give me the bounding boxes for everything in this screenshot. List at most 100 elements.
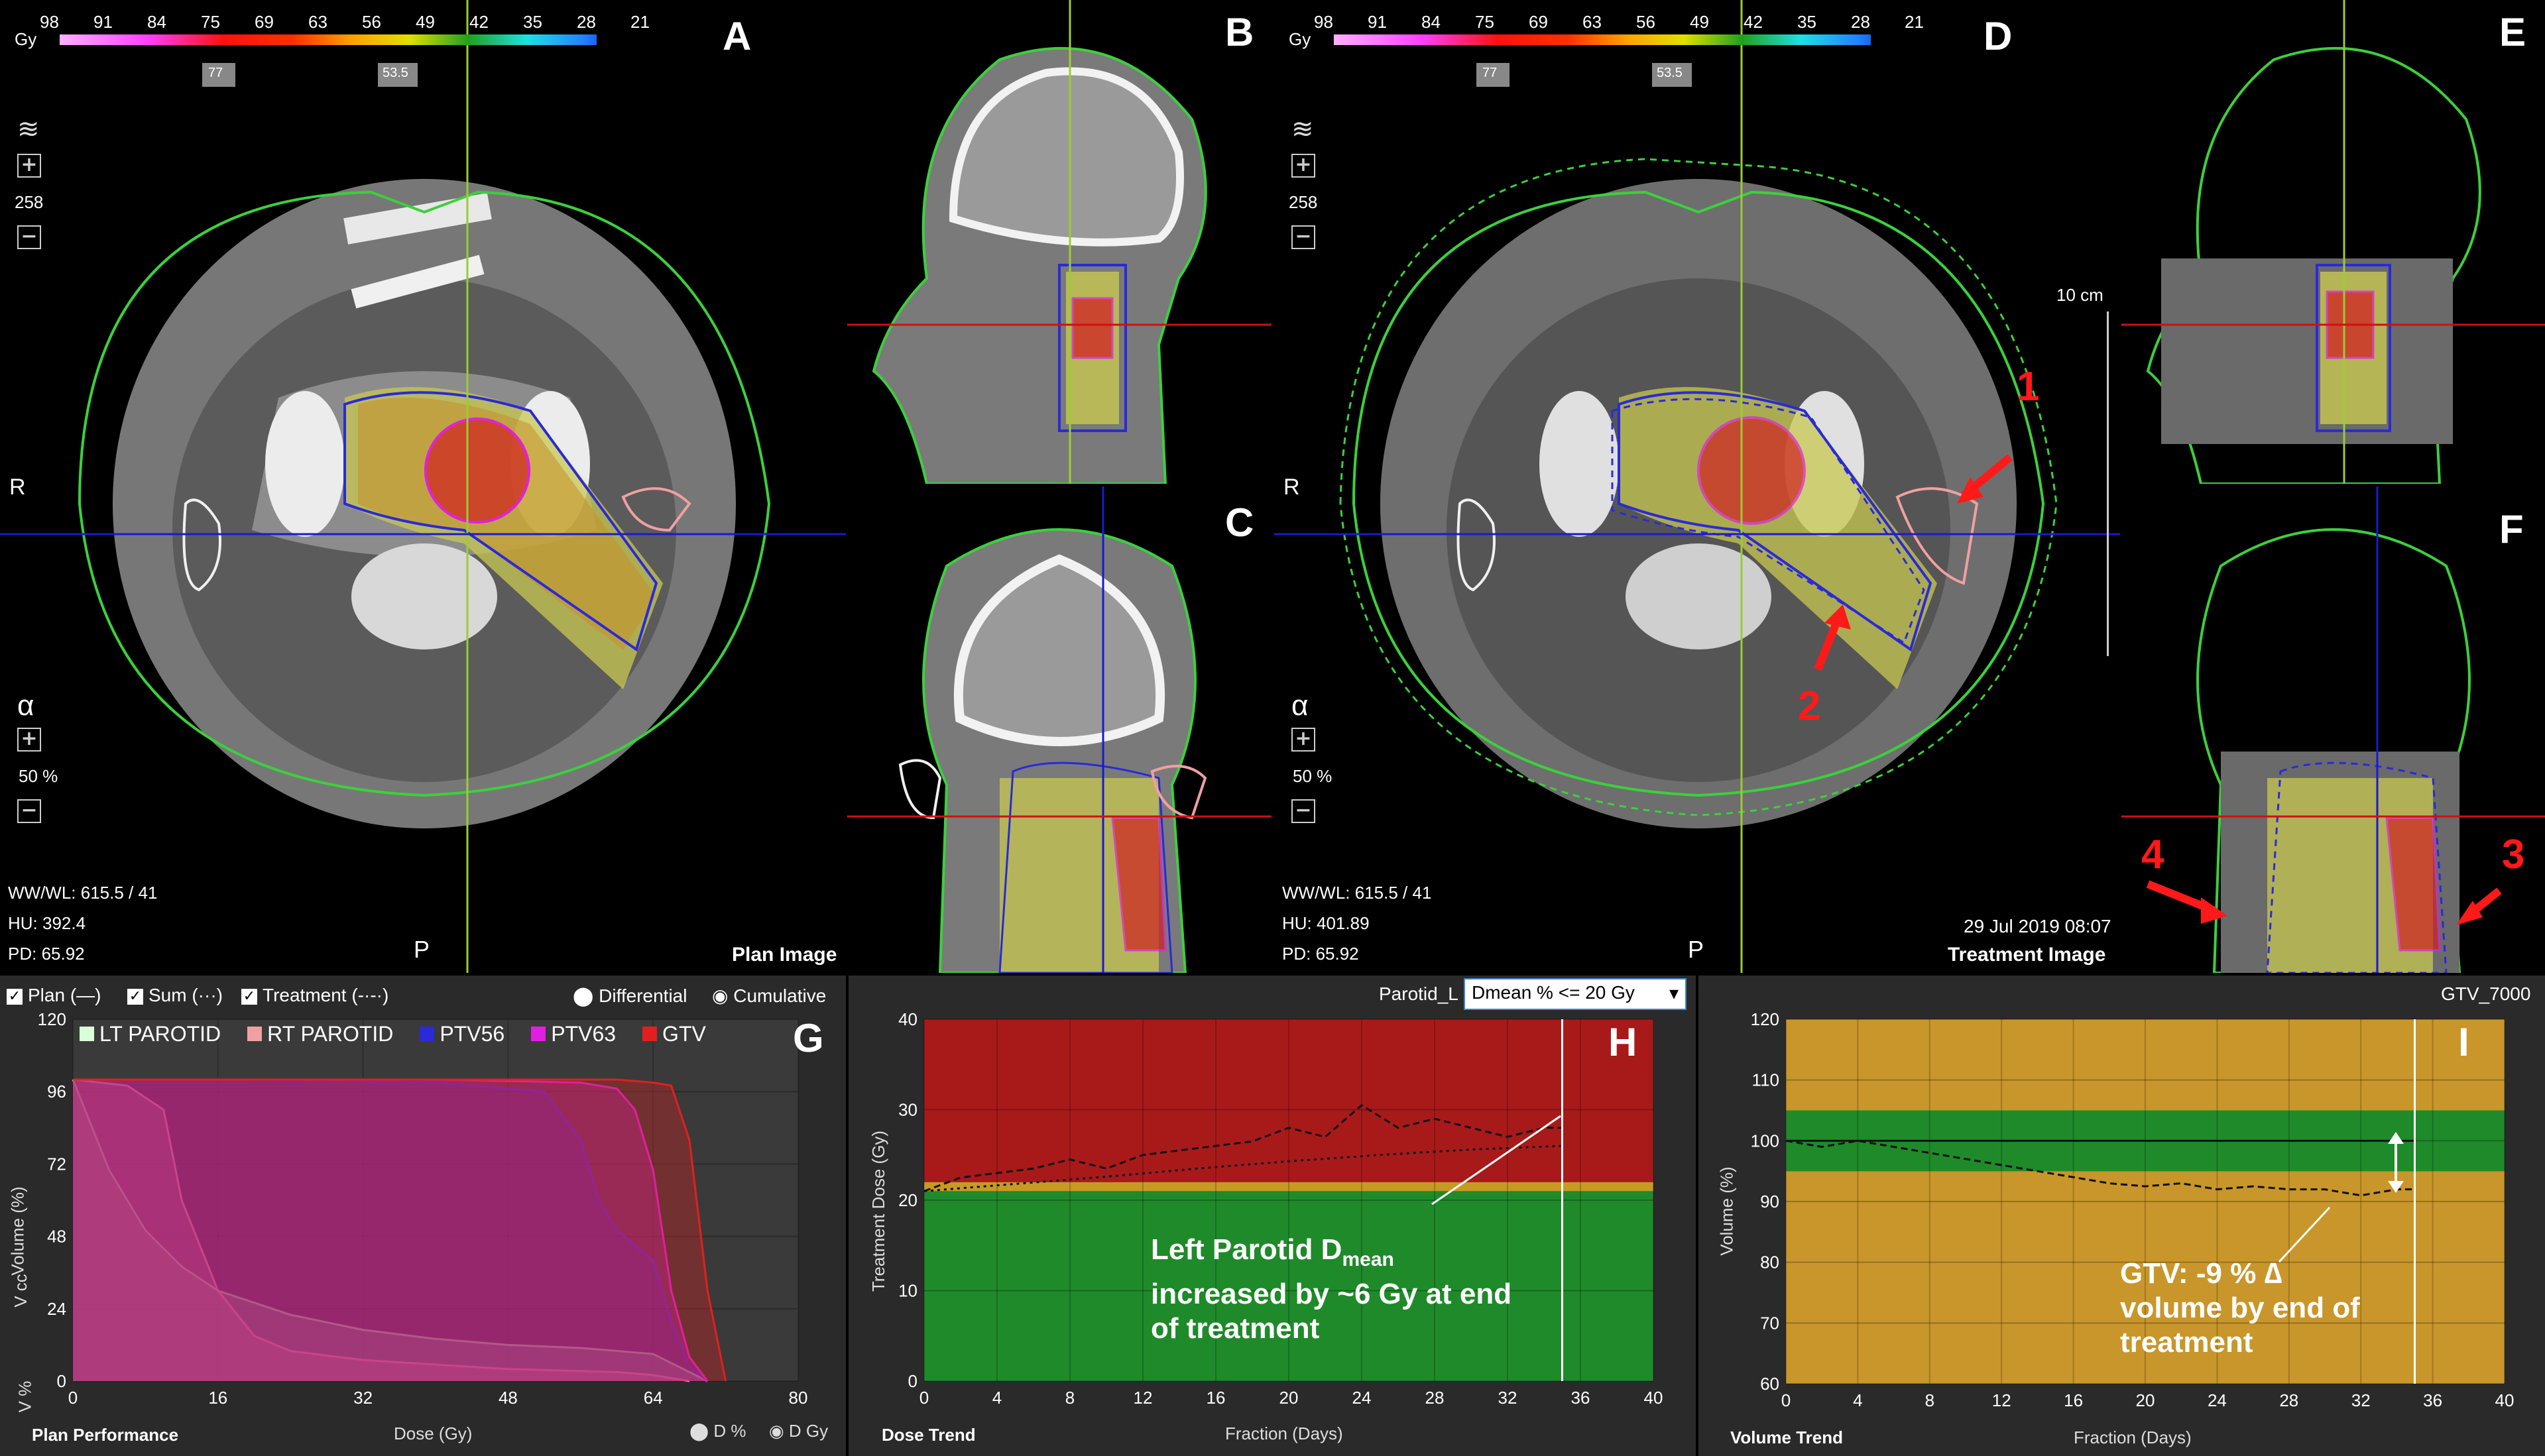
- image-label: Plan Image: [732, 944, 837, 966]
- x-unit-radio-dpct[interactable]: ⬤ D %: [689, 1421, 746, 1441]
- arrow-2-label: 2: [1798, 683, 1821, 729]
- zoom-in-button[interactable]: +: [17, 154, 41, 178]
- scale-bar: [2094, 311, 2109, 656]
- zoom-value: 258: [1289, 192, 1318, 212]
- x-tick-label: 12: [1992, 1390, 2011, 1410]
- dose-xlabel: Fraction (Days): [1225, 1424, 1343, 1443]
- y-unit-radio-vcc[interactable]: V cc: [11, 1274, 31, 1308]
- opacity-number: 50: [1293, 766, 1312, 786]
- y-tick-label: 60: [1760, 1374, 1779, 1394]
- series-area: [73, 1080, 726, 1381]
- pd-readout: PD: 65.92: [8, 944, 85, 964]
- zoom-in-button[interactable]: +: [1291, 154, 1315, 178]
- x-tick-label: 0: [919, 1388, 929, 1408]
- x-unit-radio-dpct-label: D %: [713, 1421, 746, 1441]
- annotation-line: Left Parotid Dmean: [1151, 1233, 1511, 1277]
- x-tick-label: 16: [208, 1388, 227, 1408]
- volume-footer: Volume Trend: [1730, 1428, 1843, 1447]
- x-unit-radio-dgy[interactable]: ◉ D Gy: [769, 1421, 828, 1441]
- dvh-panel[interactable]: ✓ Plan (—) ✓ Sum (···) ✓ Treatment (-·-·) ⬤…: [0, 976, 846, 1456]
- coronal-cbct-image: [2121, 486, 2545, 973]
- scale-bar-label: 10 cm: [2056, 285, 2103, 305]
- colorbar-marker-b[interactable]: 53.5: [1657, 66, 1683, 81]
- volume-trend-panel[interactable]: GTV_7000 60 70 80 90 100 110 120 0 4 8 12 16 20 24 28 3…: [1698, 976, 2545, 1456]
- image-label: Treatment Image: [1948, 944, 2106, 966]
- x-tick-label: 8: [1065, 1388, 1075, 1408]
- volume-trend-chart: 60 70 80 90 100 110 120 0 4 8 12 16 20 24 28 32 36 40: [1751, 1009, 2515, 1410]
- y-tick-label: 96: [47, 1082, 66, 1101]
- colorbar-tick: 63: [308, 12, 327, 32]
- y-tick-label: 110: [1752, 1070, 1779, 1090]
- legend-swatch: [531, 1027, 546, 1041]
- y-tick-label: 70: [1760, 1313, 1779, 1333]
- colorbar-tick: 49: [416, 12, 435, 32]
- y-tick-label: 72: [47, 1154, 66, 1174]
- colorbar-ticks: 98 91 84 75 69 63 56 49 42 35 28 21: [40, 12, 650, 32]
- hu-readout: HU: 401.89: [1282, 913, 1370, 933]
- acquisition-date: 29 Jul 2019 08:07: [1964, 916, 2111, 936]
- panel-letter: B: [1225, 10, 1254, 54]
- zoom-out-button[interactable]: −: [1291, 225, 1315, 249]
- panel-f-coronal-treatment[interactable]: F 3 4: [2121, 486, 2545, 973]
- legend-label: PTV63: [551, 1022, 617, 1046]
- panel-letter: H: [1608, 1020, 1637, 1064]
- colorbar-marker-a[interactable]: 77: [1482, 66, 1497, 81]
- colorbar-tick: 84: [147, 12, 166, 32]
- x-tick-label: 80: [789, 1388, 808, 1408]
- y-tick-label: 0: [57, 1371, 66, 1391]
- colorbar-tick: 98: [40, 12, 59, 32]
- opacity-up-button[interactable]: +: [1291, 728, 1315, 752]
- x-tick-label: 32: [2351, 1390, 2371, 1410]
- colorbar-tick: 56: [1636, 12, 1655, 32]
- orientation-r: R: [1283, 475, 1300, 500]
- y-tick-label: 24: [47, 1299, 66, 1319]
- panel-letter: A: [723, 14, 752, 58]
- window-level: WW/WL: 615.5 / 41: [8, 883, 158, 903]
- layers-icon[interactable]: ≋: [17, 114, 40, 144]
- colorbar-tick: 84: [1421, 12, 1441, 32]
- opacity-down-button[interactable]: −: [17, 799, 41, 823]
- colorbar-marker-a[interactable]: 77: [208, 66, 223, 81]
- legend-item[interactable]: GTV: [642, 1022, 706, 1046]
- legend-label: GTV: [662, 1022, 706, 1046]
- zoom-out-button[interactable]: −: [17, 225, 41, 249]
- x-tick-label: 28: [2279, 1390, 2298, 1410]
- colorbar-tick: 91: [93, 12, 113, 32]
- y-unit-radio-vpct-label: V %: [15, 1380, 35, 1413]
- volume-annotation: GTV: -9 % ∆ volume by end of treatment: [2120, 1257, 2360, 1360]
- opacity-up-button[interactable]: +: [17, 728, 41, 752]
- legend-item[interactable]: RT PAROTID: [247, 1022, 393, 1046]
- panel-d-axial-treatment[interactable]: Gy 98 91 84 75 69 63 56 49 42 35 28 21 77 53.5 D ≋ …: [1274, 0, 2120, 973]
- colorbar-tick: 28: [1851, 12, 1870, 32]
- x-tick-label: 4: [1853, 1390, 1862, 1410]
- colorbar-tick: 42: [469, 12, 489, 32]
- legend-label: PTV56: [440, 1022, 505, 1046]
- annotation-text: Left Parotid D: [1151, 1233, 1342, 1266]
- x-tick-label: 40: [2495, 1390, 2515, 1410]
- opacity-down-button[interactable]: −: [1291, 799, 1315, 823]
- legend-item[interactable]: PTV63: [531, 1022, 616, 1046]
- x-tick-label: 20: [2136, 1390, 2155, 1410]
- y-tick-label: 30: [898, 1100, 917, 1120]
- panel-c-coronal-plan[interactable]: C: [847, 486, 1272, 973]
- x-tick-label: 32: [353, 1388, 373, 1408]
- legend-item[interactable]: LT PAROTID: [80, 1022, 221, 1046]
- legend-item[interactable]: PTV56: [420, 1022, 504, 1046]
- dose-trend-panel[interactable]: Parotid_L Dmean % <= 20 Gy ▾ 0 10 20 30 40 0 4 8…: [849, 976, 1696, 1456]
- arrow-4-label: 4: [2141, 832, 2164, 877]
- colorbar-marker-b[interactable]: 53.5: [383, 66, 408, 81]
- y-tick-label: 48: [47, 1227, 66, 1247]
- panel-e-sagittal-treatment[interactable]: E: [2121, 0, 2545, 484]
- panel-a-axial-plan[interactable]: Gy 98 91 84 75 69 63 56 49 42 35 28 21 77 53.5 A ≋ …: [0, 0, 846, 973]
- x-tick-label: 0: [68, 1388, 78, 1408]
- y-unit-radio-vpct[interactable]: V %: [15, 1381, 35, 1413]
- layers-icon[interactable]: ≋: [1291, 114, 1314, 144]
- dvh-chart: 0 24 48 72 96 120 0 16 32 48 64 80: [38, 1009, 808, 1408]
- panel-b-sagittal-plan[interactable]: B 10 cm: [847, 0, 1272, 484]
- x-tick-label: 24: [1352, 1388, 1372, 1408]
- x-tick-label: 48: [499, 1388, 518, 1408]
- legend-swatch: [642, 1027, 658, 1041]
- radio-icon: ⬤: [689, 1421, 714, 1441]
- y-tick-label: 0: [908, 1371, 917, 1391]
- x-unit-radio-dgy-label: D Gy: [788, 1421, 829, 1441]
